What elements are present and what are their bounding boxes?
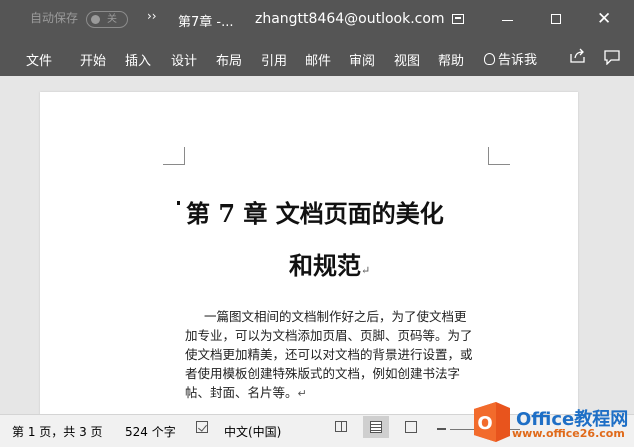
tab-insert[interactable]: 插入: [125, 50, 151, 69]
page-count[interactable]: 第 1 页，共 3 页: [12, 423, 103, 440]
tab-file[interactable]: 文件: [26, 50, 52, 69]
lightbulb-icon: [484, 53, 495, 65]
body-line-2: 加专业，可以为文档添加页眉、页脚、页码等。为了: [185, 328, 473, 343]
tell-me-search[interactable]: 告诉我: [484, 49, 537, 68]
paragraph-mark: ↵: [361, 264, 371, 277]
zoom-out-button[interactable]: [437, 428, 446, 430]
heading-line2-text: 和规范: [289, 251, 361, 280]
body-line-3: 使文档更加精美，还可以对文档的背景进行设置，或: [185, 347, 473, 362]
proofing-icon[interactable]: [196, 421, 208, 433]
web-layout-icon: [405, 421, 417, 433]
autosave-label: 自动保存: [30, 11, 79, 25]
word-count[interactable]: 524 个字: [125, 423, 176, 440]
body-line-5-text: 帖、封面、名片等。: [185, 385, 298, 400]
maximize-button[interactable]: [551, 14, 561, 24]
tab-view[interactable]: 视图: [394, 50, 420, 69]
watermark-url: www.office26.com: [512, 427, 625, 440]
print-layout-icon: [370, 421, 382, 433]
margin-corner-top-right: [488, 147, 510, 165]
heading-bullet-mark: [177, 201, 180, 205]
tab-help[interactable]: 帮助: [438, 50, 464, 69]
tell-me-label: 告诉我: [498, 53, 538, 68]
body-line-4: 者使用模板创建特殊版式的文档，例如创建书法字: [185, 366, 461, 381]
ribbon-display-options-icon[interactable]: [452, 14, 464, 24]
title-bar: 自动保存 关 ›› 第7章 -... zhangtt8464@outlook.c…: [0, 0, 634, 40]
close-button[interactable]: ✕: [597, 7, 611, 31]
language-indicator[interactable]: 中文(中国): [224, 423, 281, 440]
comment-icon[interactable]: [604, 50, 620, 65]
minimize-button[interactable]: [502, 20, 513, 21]
tab-review[interactable]: 审阅: [349, 50, 375, 69]
body-line-5: 帖、封面、名片等。↵: [185, 384, 307, 403]
office-logo-icon: O: [474, 402, 510, 442]
margin-corner-top-left: [163, 147, 185, 165]
paragraph-mark: ↵: [297, 387, 307, 400]
chapter-heading-line2: 和规范↵: [289, 246, 370, 281]
tab-design[interactable]: 设计: [171, 50, 197, 69]
web-layout-button[interactable]: [398, 416, 424, 438]
read-mode-button[interactable]: [328, 416, 354, 438]
read-mode-icon: [335, 421, 347, 432]
logo-letter: O: [477, 413, 492, 434]
autosave-state: 关: [107, 14, 117, 25]
ribbon-tab-bar: 文件 开始 插入 设计 布局 引用 邮件 审阅 视图 帮助 告诉我: [0, 40, 634, 76]
quick-access-more-button[interactable]: ››: [147, 9, 157, 23]
body-line-1: 一篇图文相间的文档制作好之后，为了使文档更: [204, 309, 467, 324]
chapter-heading-line1: 第 7 章 文档页面的美化: [186, 199, 444, 228]
tab-references[interactable]: 引用: [261, 50, 287, 69]
print-layout-button[interactable]: [363, 416, 389, 438]
toggle-knob: [91, 15, 100, 24]
account-name[interactable]: zhangtt8464@outlook.com: [255, 11, 445, 27]
tab-mailings[interactable]: 邮件: [305, 50, 331, 69]
share-icon[interactable]: [569, 48, 587, 64]
tab-layout[interactable]: 布局: [216, 50, 242, 69]
tab-home[interactable]: 开始: [80, 50, 106, 69]
document-title: 第7章 -...: [178, 15, 234, 30]
autosave-toggle[interactable]: 关: [86, 11, 128, 28]
